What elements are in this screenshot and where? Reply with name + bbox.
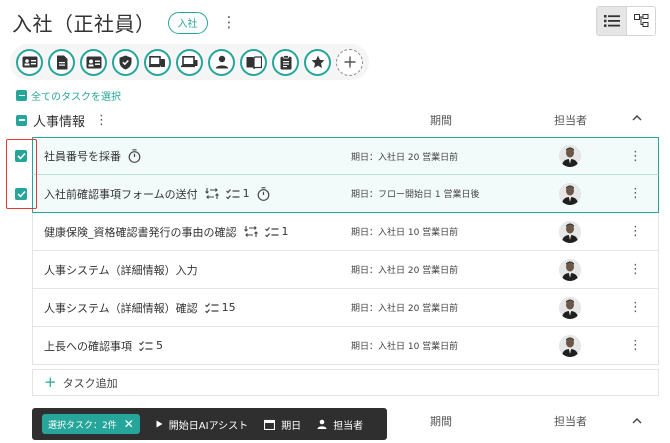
plus-icon: + — [44, 373, 57, 391]
task-period: 期日：入社日 20 営業日前 — [351, 304, 459, 314]
task-name: 人事システム（詳細情報）確認 — [44, 301, 198, 315]
page-title: 入社（正社員） — [12, 12, 156, 36]
checklist-icon — [204, 302, 219, 314]
devices-icon[interactable] — [144, 48, 171, 76]
row-more-icon[interactable]: ⋮ — [629, 225, 642, 238]
star-icon[interactable] — [304, 48, 331, 76]
person-icon — [317, 419, 327, 429]
view-toggle — [596, 6, 656, 36]
avatar[interactable] — [559, 258, 581, 281]
assignee-label: 担当者 — [333, 420, 364, 432]
task-name: 健康保険_資格確認書発行の事由の確認 — [44, 225, 237, 239]
task-name-cell: 人事システム（詳細情報）確認 15 — [44, 300, 236, 316]
row-more-icon[interactable]: ⋮ — [629, 263, 642, 276]
avatar[interactable] — [559, 182, 581, 205]
select-all-label: 全てのタスクを選択 — [31, 92, 121, 103]
row-more-icon[interactable]: ⋮ — [629, 301, 642, 314]
contact-card-icon[interactable] — [80, 48, 107, 76]
task-row[interactable]: 社員番号を採番 期日：入社日 20 営業日前 ⋮ — [32, 137, 659, 175]
avatar[interactable] — [559, 334, 581, 357]
checklist-count: 1 — [242, 187, 250, 200]
group-more-icon[interactable]: ⋮ — [95, 114, 108, 127]
highlight-box — [6, 139, 37, 209]
task-name: 入社前確認事項フォームの送付 — [44, 187, 198, 201]
task-period: 期日：フロー開始日 1 営業日後 — [351, 190, 480, 200]
column-assignee: 担当者 — [554, 114, 587, 127]
task-name: 社員番号を採番 — [44, 150, 121, 163]
flow-type-tag[interactable]: 入社 — [167, 11, 208, 34]
task-row[interactable]: 健康保険_資格確認書発行の事由の確認 1 期日：入社日 10 営業日前 ⋮ — [32, 213, 659, 251]
select-all-tasks[interactable]: 全てのタスクを選択 — [16, 88, 121, 103]
next-group-column-period: 期間 — [430, 415, 452, 428]
due-date-button[interactable]: 期日 — [264, 417, 301, 432]
header-more-icon[interactable]: ⋮ — [222, 15, 237, 30]
chevron-up-icon[interactable] — [632, 114, 642, 121]
task-name-cell: 人事システム（詳細情報）入力 — [44, 262, 198, 278]
task-name: 人事システム（詳細情報）入力 — [44, 263, 198, 277]
selected-tasks-chip[interactable]: 選択タスク：2件 ✕ — [42, 414, 140, 434]
task-name-cell: 健康保険_資格確認書発行の事由の確認 1 — [44, 224, 289, 240]
calendar-icon — [264, 419, 276, 430]
add-task-label: タスク追加 — [62, 376, 118, 390]
add-task-button[interactable]: + タスク追加 — [32, 369, 659, 396]
task-name-cell: 社員番号を採番 — [44, 148, 141, 164]
document-icon[interactable] — [48, 48, 75, 76]
task-row[interactable]: 人事システム（詳細情報）確認 15 期日：入社日 20 営業日前 ⋮ — [32, 289, 659, 327]
checklist-count: 1 — [281, 225, 289, 238]
checklist-icon — [264, 226, 279, 238]
checklist-count: 15 — [221, 301, 236, 314]
checklist-icon — [139, 340, 153, 352]
avatar[interactable] — [559, 296, 581, 319]
group-checkbox-icon[interactable] — [16, 114, 27, 126]
next-group-chevron-up-icon[interactable] — [632, 417, 642, 424]
book-icon[interactable] — [240, 48, 267, 76]
play-icon — [156, 420, 163, 428]
tree-icon — [633, 14, 648, 27]
ai-assist-button[interactable]: 開始日AIアシスト — [156, 417, 248, 432]
selected-tasks-label: 選択タスク：2件 — [48, 420, 117, 431]
group-name: 人事情報 — [33, 114, 86, 130]
row-more-icon[interactable]: ⋮ — [629, 339, 642, 352]
row-more-icon[interactable]: ⋮ — [629, 150, 642, 163]
task-row[interactable]: 人事システム（詳細情報）入力 期日：入社日 20 営業日前 ⋮ — [32, 251, 659, 289]
bulk-action-bar: 選択タスク：2件 ✕ 開始日AIアシスト 期日 担当者 — [32, 408, 387, 440]
page-header: 入社（正社員） 入社 ⋮ — [12, 8, 237, 37]
flow-icon — [204, 187, 219, 200]
task-name-cell: 上長への確認事項 5 — [44, 338, 163, 354]
clipboard-icon[interactable] — [272, 48, 299, 76]
checklist-count: 5 — [156, 339, 163, 352]
task-period: 期日：入社日 10 営業日前 — [351, 228, 459, 238]
laptop-icon[interactable] — [176, 48, 203, 76]
shield-icon[interactable] — [112, 48, 139, 76]
ai-assist-label: 開始日AIアシスト — [168, 420, 249, 432]
task-name: 上長への確認事項 — [44, 339, 132, 353]
flow-icon — [243, 225, 258, 238]
person-icon[interactable] — [208, 48, 235, 76]
next-group-column-assignee: 担当者 — [554, 415, 587, 428]
list-view-button[interactable] — [597, 7, 626, 35]
close-icon[interactable]: ✕ — [124, 418, 134, 430]
task-row[interactable]: 入社前確認事項フォームの送付 1 期日：フロー開始日 1 営業日後 ⋮ — [32, 175, 659, 213]
assignee-button[interactable]: 担当者 — [317, 417, 363, 432]
timer-icon — [128, 149, 141, 163]
checklist-icon — [225, 188, 240, 200]
avatar[interactable] — [559, 145, 581, 167]
row-more-icon[interactable]: ⋮ — [629, 187, 642, 200]
add-category-icon[interactable] — [336, 48, 363, 76]
avatar[interactable] — [559, 220, 581, 243]
due-date-label: 期日 — [281, 420, 302, 432]
tree-view-button[interactable] — [626, 7, 655, 35]
timer-icon — [257, 186, 270, 201]
task-name-cell: 入社前確認事項フォームの送付 1 — [44, 186, 270, 202]
task-row[interactable]: 上長への確認事項 5 期日：入社日 10 営業日前 ⋮ — [32, 327, 659, 365]
category-icon-bar — [10, 44, 369, 80]
task-period: 期日：入社日 10 営業日前 — [351, 342, 459, 352]
task-period: 期日：入社日 20 営業日前 — [351, 152, 459, 163]
task-period: 期日：入社日 20 営業日前 — [351, 266, 459, 276]
select-all-checkbox-icon — [16, 90, 27, 101]
id-card-icon[interactable] — [16, 48, 43, 76]
column-period: 期間 — [430, 114, 452, 127]
list-icon — [603, 15, 620, 27]
group-header: 人事情報 ⋮ 期間 担当者 — [16, 110, 656, 130]
